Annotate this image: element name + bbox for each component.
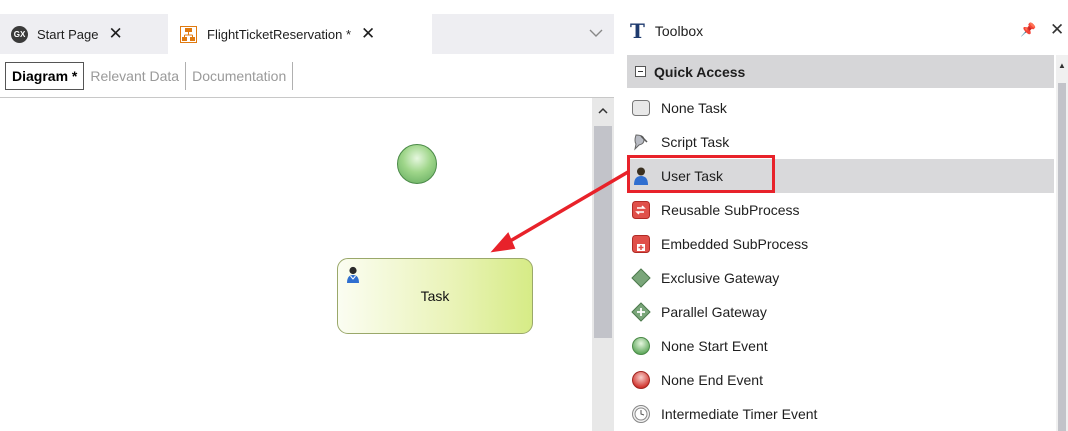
toolbox-item-label: Script Task: [661, 134, 730, 150]
toolbox-item-parallel-gateway[interactable]: Parallel Gateway: [627, 295, 1054, 329]
toolbox-item-none-start-event[interactable]: None Start Event: [627, 329, 1054, 363]
user-task-icon: [634, 167, 648, 185]
toolbox-item-label: None End Event: [661, 372, 763, 388]
document-tab-bar: GX Start Page ✕ FlightTicketReservation …: [0, 14, 614, 54]
start-event-node[interactable]: [397, 144, 437, 184]
toolbox-item-label: User Task: [661, 168, 723, 184]
toolbox-item-none-task[interactable]: None Task: [627, 91, 1054, 125]
toolbox-item-label: Embedded SubProcess: [661, 236, 809, 252]
toolbox-item-script-task[interactable]: Script Task: [627, 125, 1054, 159]
pin-icon[interactable]: 📌: [1020, 22, 1036, 38]
subtab-diagram[interactable]: Diagram *: [5, 62, 85, 90]
toolbox-item-reusable-subprocess[interactable]: Reusable SubProcess: [627, 193, 1054, 227]
section-label: Quick Access: [654, 63, 746, 80]
toolbox-item-none-end-event[interactable]: None End Event: [627, 363, 1054, 397]
task-label: Task: [420, 288, 450, 304]
end-event-icon: [632, 371, 650, 389]
start-event-icon: [632, 337, 650, 355]
toolbox-item-label: Intermediate Timer Event: [661, 406, 818, 422]
toolbox-title: Toolbox: [654, 23, 704, 39]
reusable-subprocess-icon: [632, 201, 650, 219]
editor-subtabs: Diagram * Relevant Data Documentation: [5, 62, 294, 90]
timer-event-icon: [632, 405, 650, 423]
close-icon[interactable]: ✕: [1050, 20, 1064, 40]
scrollbar-thumb[interactable]: [1058, 83, 1066, 431]
tab-start-page[interactable]: GX Start Page ✕: [0, 14, 168, 54]
toolbox-item-exclusive-gateway[interactable]: Exclusive Gateway: [627, 261, 1054, 295]
vertical-scrollbar[interactable]: [592, 98, 614, 431]
embedded-subprocess-icon: [632, 235, 650, 253]
tab-flight-ticket-reservation[interactable]: FlightTicketReservation * ✕: [168, 14, 432, 54]
collapse-icon[interactable]: [635, 66, 646, 77]
scrollbar-thumb[interactable]: [594, 126, 612, 338]
scroll-up-icon[interactable]: [597, 106, 609, 116]
toolbox-item-label: None Task: [661, 100, 727, 116]
toolbox-panel: T Toolbox 📌 ✕ Quick Access None Task Scr…: [622, 0, 1068, 431]
toolbox-item-label: Parallel Gateway: [661, 304, 767, 320]
subtab-relevant-data[interactable]: Relevant Data: [84, 62, 187, 90]
exclusive-gateway-icon: [631, 268, 651, 288]
close-icon[interactable]: ✕: [361, 24, 375, 44]
toolbox-header: T Toolbox 📌 ✕: [622, 14, 1068, 48]
gx-icon: GX: [11, 25, 28, 43]
script-task-icon: [634, 134, 648, 151]
subtab-documentation[interactable]: Documentation: [186, 62, 294, 90]
toolbox-item-label: None Start Event: [661, 338, 768, 354]
toolbox-t-icon: T: [630, 19, 645, 43]
scroll-up-icon[interactable]: ▲: [1058, 61, 1066, 70]
tab-label: Start Page: [37, 26, 99, 42]
diagram-editor: GX Start Page ✕ FlightTicketReservation …: [0, 0, 614, 431]
quick-access-header[interactable]: Quick Access: [627, 55, 1054, 88]
none-task-icon: [632, 100, 650, 116]
toolbox-item-label: Exclusive Gateway: [661, 270, 780, 286]
toolbox-item-embedded-subprocess[interactable]: Embedded SubProcess: [627, 227, 1054, 261]
chevron-down-icon[interactable]: [588, 25, 604, 41]
toolbox-item-label: Reusable SubProcess: [661, 202, 800, 218]
parallel-gateway-icon: [631, 302, 651, 322]
toolbox-item-user-task[interactable]: User Task: [627, 159, 1054, 193]
close-icon[interactable]: ✕: [108, 24, 122, 44]
process-diagram-icon: [180, 25, 197, 43]
toolbox-scrollbar[interactable]: ▲: [1056, 55, 1068, 431]
task-node[interactable]: Task: [337, 258, 533, 334]
tab-label: FlightTicketReservation *: [207, 26, 352, 42]
toolbox-item-intermediate-timer-event[interactable]: Intermediate Timer Event: [627, 397, 1054, 431]
